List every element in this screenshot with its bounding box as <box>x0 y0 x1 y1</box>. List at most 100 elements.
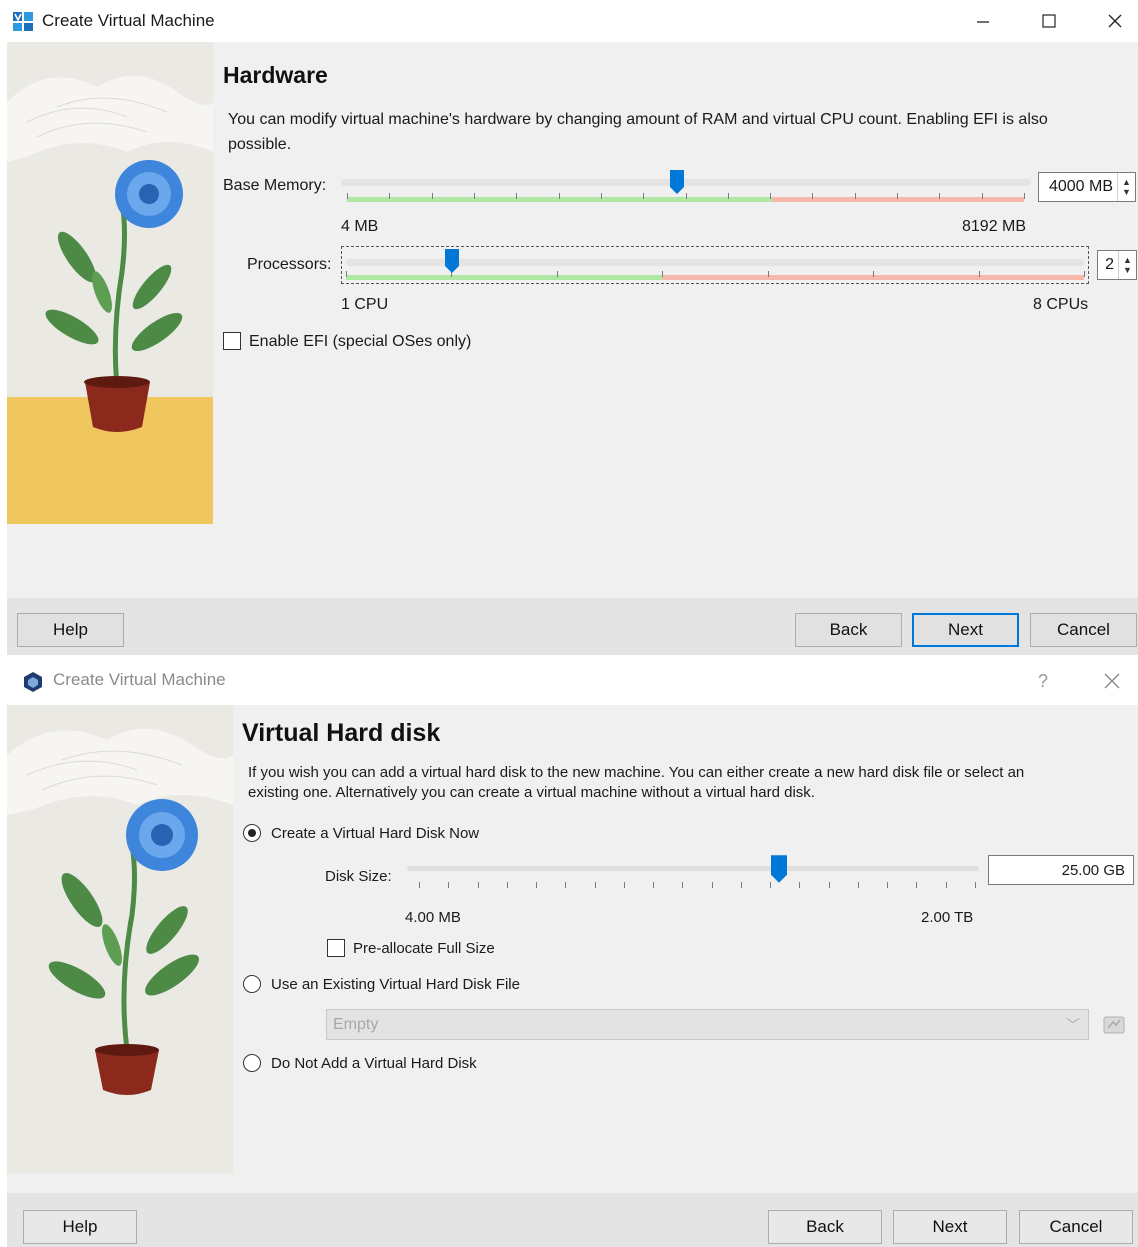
slider-tick <box>653 882 655 888</box>
slider-tick <box>623 882 625 888</box>
slider-tick <box>643 193 645 199</box>
base-memory-slider-handle[interactable] <box>670 170 685 194</box>
hardware-dialog: Create Virtual Machine Hardware You can … <box>0 0 1138 655</box>
base-memory-spinbox[interactable]: 4000 MB ▲ ▼ <box>1038 172 1136 202</box>
slider-tick <box>600 193 602 199</box>
base-memory-min-label: 4 MB <box>341 218 379 235</box>
create-virtual-hard-disk-label[interactable]: Create a Virtual Hard Disk Now <box>271 825 479 842</box>
do-not-add-disk-label[interactable]: Do Not Add a Virtual Hard Disk <box>271 1055 477 1072</box>
close-button[interactable] <box>1100 6 1130 36</box>
close-icon <box>1108 14 1122 28</box>
slider-tick <box>727 193 729 199</box>
use-existing-disk-label[interactable]: Use an Existing Virtual Hard Disk File <box>271 976 520 993</box>
slider-tick <box>873 271 875 277</box>
slider-tick <box>939 193 941 199</box>
preallocate-checkbox[interactable] <box>327 939 345 957</box>
wizard-page: Hardware You can modify virtual machine'… <box>7 42 1138 598</box>
help-title-button[interactable]: ? <box>1028 666 1058 696</box>
wizard-illustration <box>7 42 213 524</box>
base-memory-label: Base Memory: <box>223 177 327 194</box>
processors-slider-handle[interactable] <box>444 249 459 273</box>
slider-tick <box>854 193 856 199</box>
do-not-add-disk-radio[interactable] <box>243 1054 261 1072</box>
slider-tick <box>682 882 684 888</box>
page-title: Hardware <box>223 62 328 88</box>
slider-tick <box>981 193 983 199</box>
virtualbox-app-icon <box>24 672 42 692</box>
window-title: Create Virtual Machine <box>42 11 215 30</box>
disk-size-label: Disk Size: <box>325 868 392 885</box>
slider-tick <box>812 193 814 199</box>
slider-tick <box>662 271 664 277</box>
disk-size-max-label: 2.00 TB <box>921 909 974 926</box>
maximize-icon <box>1042 14 1056 28</box>
use-existing-disk-radio[interactable] <box>243 975 261 993</box>
processors-min-label: 1 CPU <box>341 296 389 313</box>
slider-tick <box>945 882 947 888</box>
close-icon <box>1104 673 1120 689</box>
slider-tick <box>711 882 713 888</box>
slider-tick <box>770 193 772 199</box>
preallocate-label[interactable]: Pre-allocate Full Size <box>353 940 495 957</box>
help-button[interactable]: Help <box>23 1210 137 1244</box>
choose-disk-file-icon[interactable] <box>1102 1012 1126 1036</box>
close-button[interactable] <box>1097 666 1127 696</box>
disk-size-slider-handle[interactable] <box>770 855 787 883</box>
minimize-button[interactable] <box>968 6 998 36</box>
processors-slider[interactable] <box>341 246 1089 284</box>
spin-arrows-icon[interactable]: ▲ ▼ <box>1118 251 1136 279</box>
slider-tick <box>536 882 538 888</box>
slider-tick <box>473 193 475 199</box>
slider-tick <box>978 271 980 277</box>
slider-tick <box>516 193 518 199</box>
base-memory-value[interactable]: 4000 MB <box>1039 178 1117 196</box>
cancel-button[interactable]: Cancel <box>1030 613 1137 647</box>
page-description: You can modify virtual machine's hardwar… <box>228 111 1048 153</box>
processors-label: Processors: <box>247 256 332 273</box>
wizard-button-bar: Help Back Next Cancel <box>7 1193 1138 1247</box>
slider-tick <box>346 271 347 277</box>
wizard-page: Virtual Hard disk If you wish you can ad… <box>7 705 1138 1193</box>
slider-tick <box>897 193 899 199</box>
title-bar: Create Virtual Machine ? <box>0 657 1138 705</box>
page-description: If you wish you can add a virtual hard d… <box>248 764 1025 801</box>
slider-tick <box>975 882 976 888</box>
base-memory-max-label: 8192 MB <box>962 218 1027 235</box>
slider-tick <box>799 882 801 888</box>
slider-tick <box>887 882 889 888</box>
virtualbox-app-icon <box>13 12 33 31</box>
back-button[interactable]: Back <box>795 613 902 647</box>
processors-spinbox[interactable]: 2 ▲ ▼ <box>1097 250 1137 280</box>
disk-size-min-label: 4.00 MB <box>405 909 461 926</box>
slider-tick <box>565 882 567 888</box>
slider-tick <box>389 193 391 199</box>
processors-value[interactable]: 2 <box>1098 256 1118 274</box>
window-title: Create Virtual Machine <box>53 670 226 689</box>
back-button[interactable]: Back <box>768 1210 882 1244</box>
minimize-icon <box>977 21 989 23</box>
maximize-button[interactable] <box>1034 6 1064 36</box>
disk-size-field[interactable]: 25.00 GB <box>988 855 1134 885</box>
help-button[interactable]: Help <box>17 613 124 647</box>
slider-tick <box>740 882 742 888</box>
next-button[interactable]: Next <box>893 1210 1007 1244</box>
disk-size-value[interactable]: 25.00 GB <box>989 862 1133 879</box>
slider-tick <box>506 882 508 888</box>
slider-tick <box>558 193 560 199</box>
slider-tick <box>556 271 558 277</box>
slider-tick <box>419 882 420 888</box>
slider-tick <box>347 193 348 199</box>
slider-tick <box>1084 271 1085 277</box>
existing-disk-combobox-value: Empty <box>333 1015 379 1033</box>
slider-tick <box>857 882 859 888</box>
spin-arrows-icon[interactable]: ▲ ▼ <box>1117 173 1135 201</box>
existing-disk-combobox[interactable]: Empty ﹀ <box>326 1009 1089 1040</box>
chevron-down-icon: ﹀ <box>1066 1017 1080 1033</box>
create-virtual-hard-disk-radio[interactable] <box>243 824 261 842</box>
slider-tick <box>477 882 479 888</box>
next-button[interactable]: Next <box>912 613 1019 647</box>
wizard-button-bar: Help Back Next Cancel <box>7 598 1138 655</box>
efi-checkbox-label[interactable]: Enable EFI (special OSes only) <box>249 333 471 351</box>
cancel-button[interactable]: Cancel <box>1019 1210 1133 1244</box>
efi-checkbox[interactable] <box>223 332 241 350</box>
